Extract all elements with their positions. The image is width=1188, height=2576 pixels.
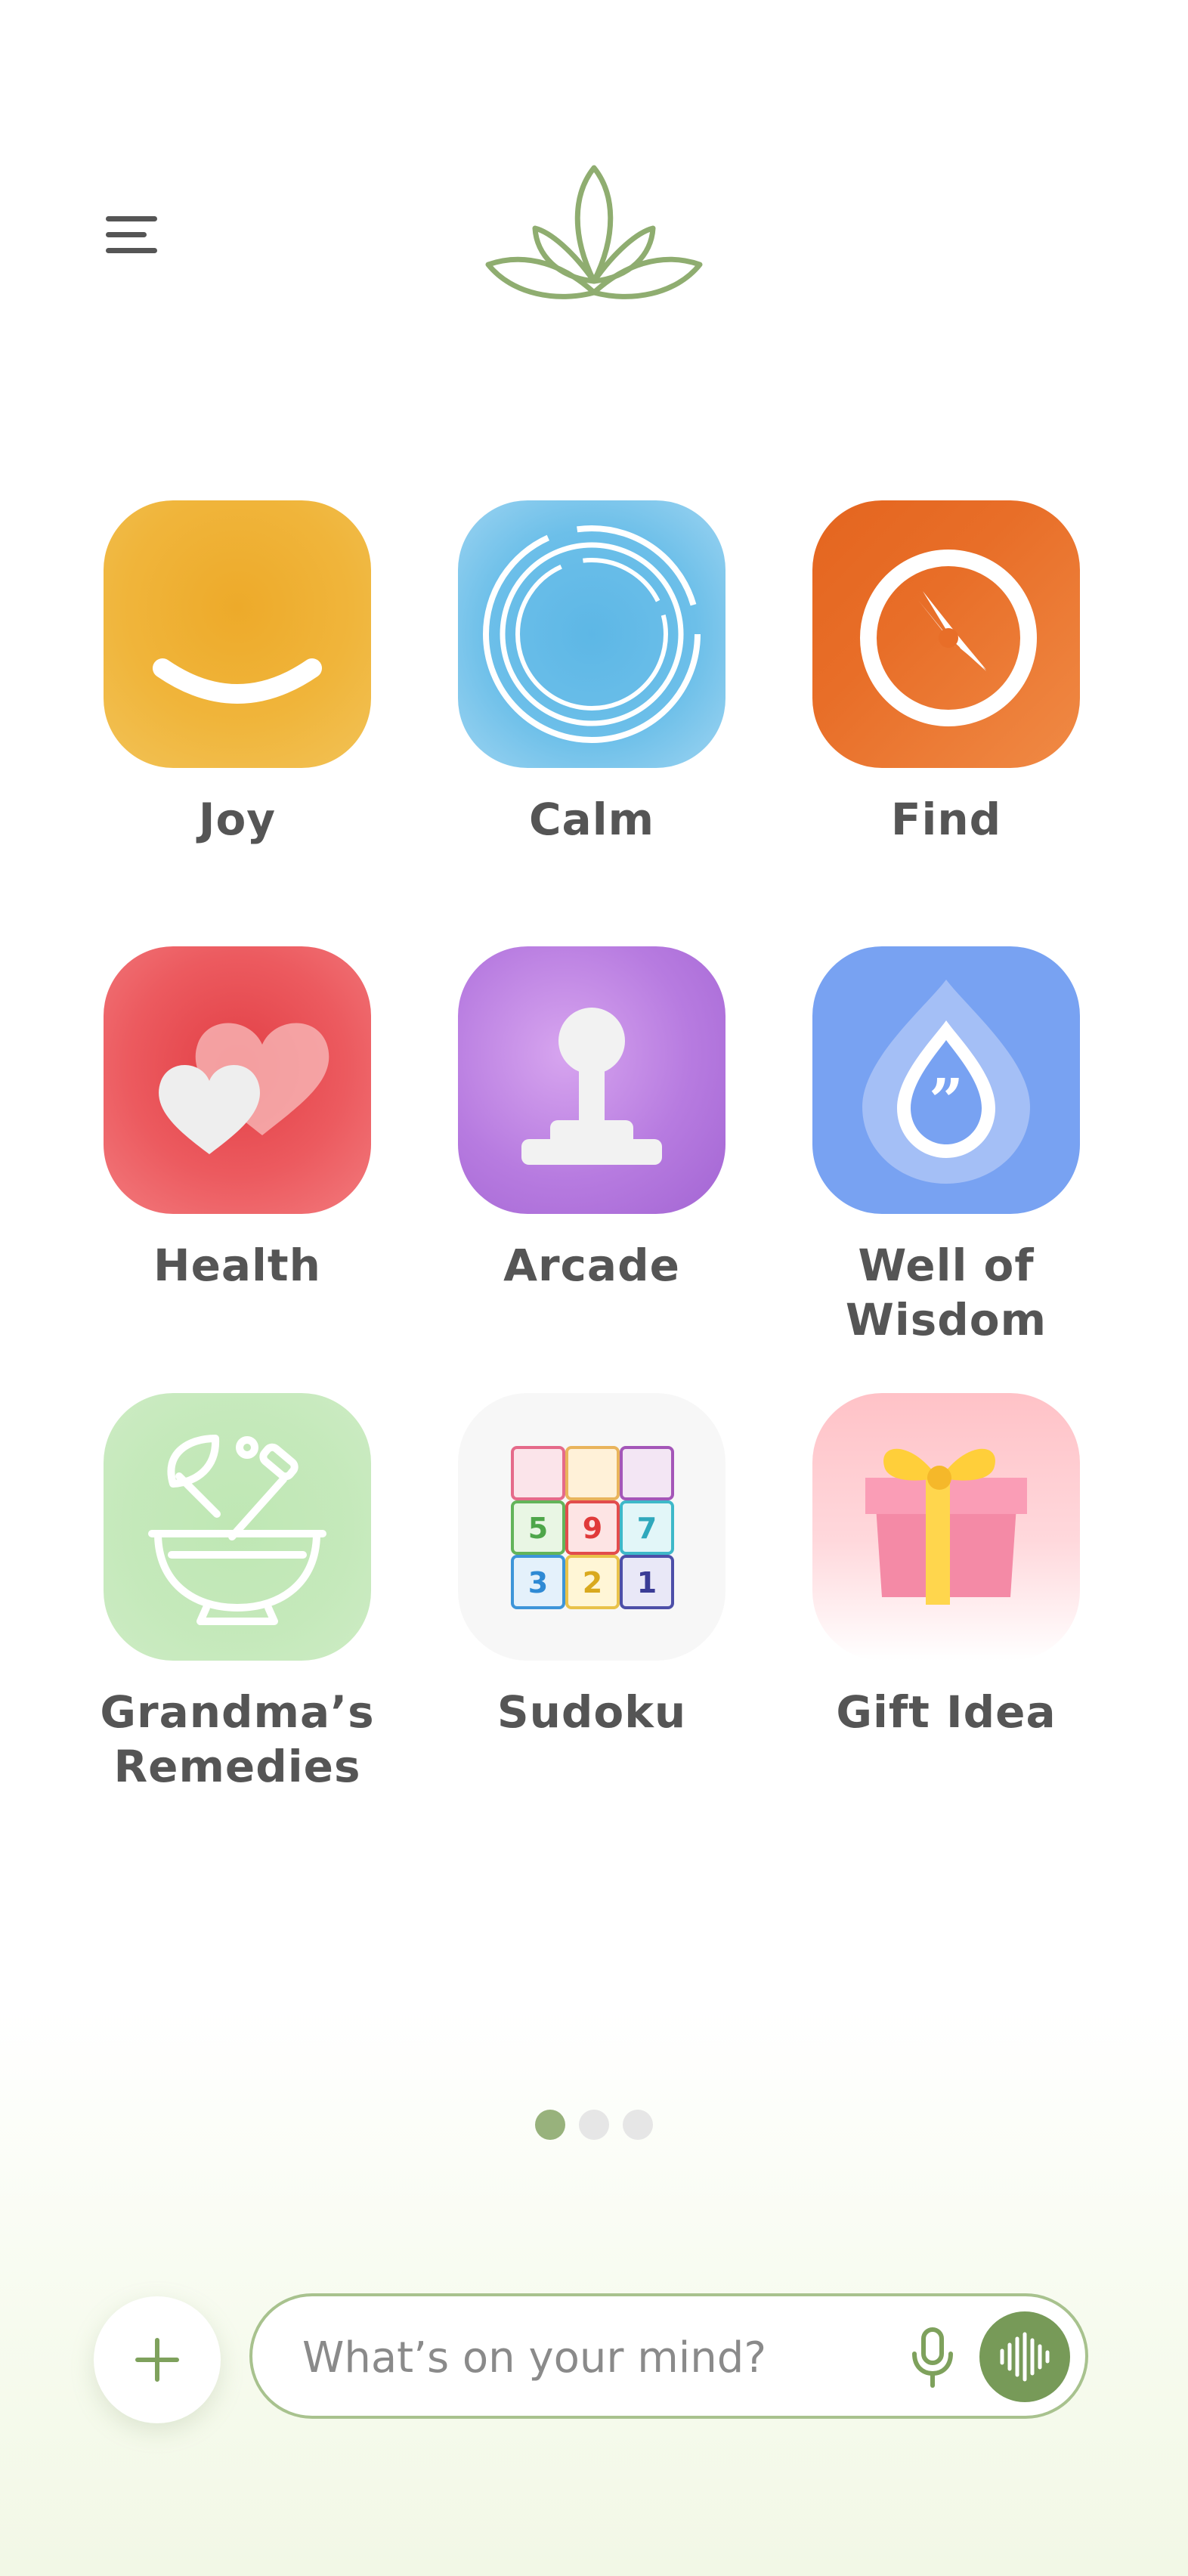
joystick-icon [458,946,725,1214]
plus-icon [135,2338,179,2382]
app-label-well-of-wisdom: Well of Wisdom [845,1240,1047,1345]
sudoku-cell: 9 [583,1512,602,1545]
app-health[interactable]: Health [101,946,373,1293]
microphone-icon [912,2327,953,2388]
app-arcade[interactable]: Arcade [456,946,728,1293]
app-label-calm: Calm [528,794,655,845]
app-label-find: Find [890,794,1002,845]
add-button[interactable] [94,2296,221,2423]
page-dot[interactable] [623,2110,653,2140]
sudoku-grid-icon: 5 9 7 3 2 1 [458,1393,725,1661]
gift-box-icon [812,1393,1080,1661]
menu-bar-bottom [106,247,157,253]
sudoku-cell: 7 [637,1512,657,1545]
app-label-sudoku: Sudoku [497,1686,687,1738]
chat-bar [249,2293,1088,2419]
smile-icon [104,500,371,768]
hamburger-menu-icon [106,215,157,221]
app-joy[interactable]: Joy [101,500,373,847]
app-label-gift-idea: Gift Idea [836,1686,1057,1738]
menu-button[interactable] [106,208,174,261]
app-label-arcade: Arcade [503,1240,680,1291]
app-label-joy: Joy [198,794,277,845]
quote-drop-icon: ” [812,946,1080,1214]
mic-button[interactable] [895,2319,970,2395]
sudoku-cell: 5 [528,1512,548,1545]
chat-input[interactable] [301,2319,848,2396]
app-label-health: Health [153,1240,321,1291]
page-indicator [0,2110,1188,2140]
sudoku-cell: 1 [637,1566,657,1599]
sudoku-cell: 2 [583,1566,602,1599]
app-label-grandmas-remedies: Grandma’s Remedies [100,1686,375,1792]
hearts-icon [104,946,371,1214]
breathing-rings-icon [458,500,725,768]
sudoku-cell: 3 [528,1566,548,1599]
lotus-logo-icon [482,160,706,311]
app-well-of-wisdom[interactable]: ” Well of Wisdom [810,946,1082,1347]
app-gift-idea[interactable]: Gift Idea [810,1393,1082,1739]
app-sudoku[interactable]: 5 9 7 3 2 1 Sudoku [456,1393,728,1739]
page-dot[interactable] [579,2110,609,2140]
mortar-pestle-icon [104,1393,371,1661]
compass-icon [812,500,1080,768]
app-find[interactable]: Find [810,500,1082,847]
page-dot-active[interactable] [535,2110,565,2140]
voice-waveform-icon [1000,2332,1050,2382]
app-calm[interactable]: Calm [456,500,728,847]
app-grandmas-remedies[interactable]: Grandma’s Remedies [100,1393,375,1794]
voice-button[interactable] [979,2311,1070,2402]
menu-bar-middle [106,231,147,237]
svg-text:”: ” [929,1065,964,1136]
